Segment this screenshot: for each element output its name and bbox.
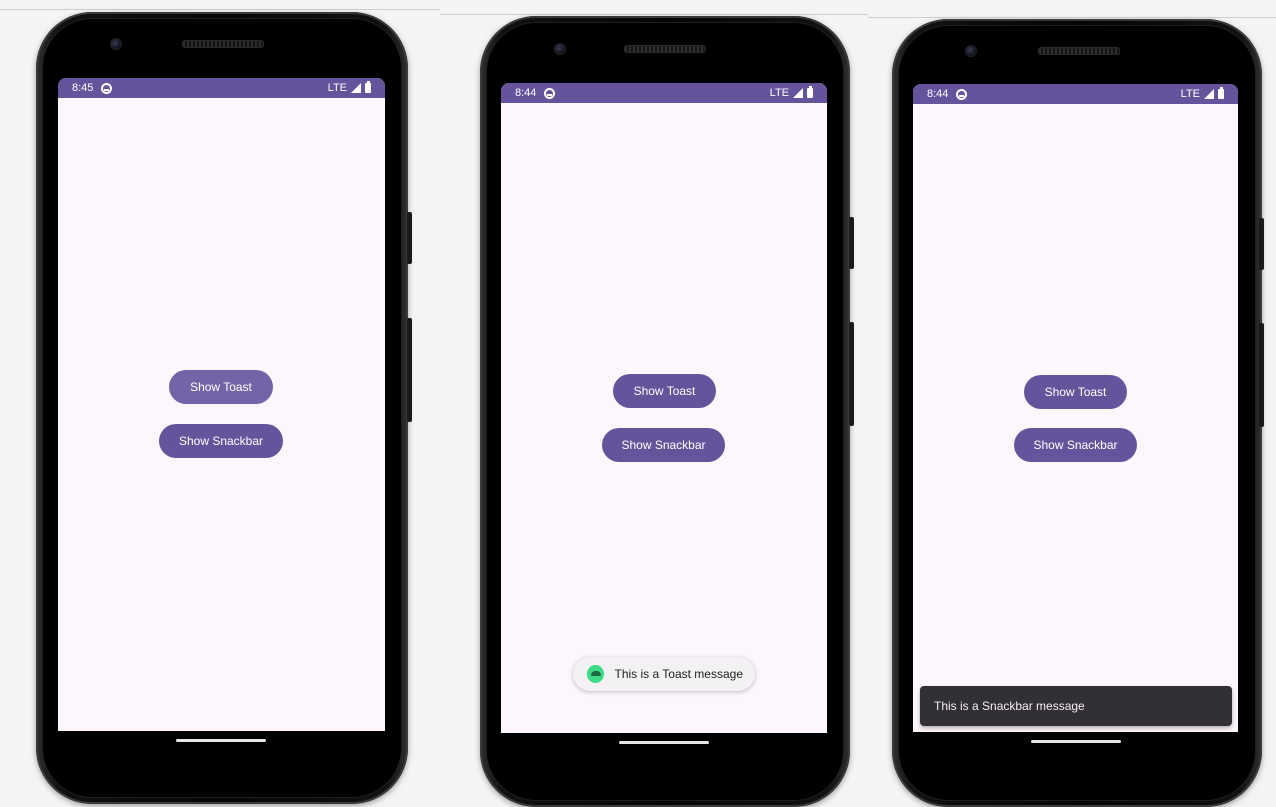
show-toast-button[interactable]: Show Toast: [613, 374, 716, 408]
status-indicators: LTE: [769, 86, 813, 99]
screen-1: 8:45 LTE Show Toast Show Snackbar: [58, 78, 385, 731]
signal-icon: [793, 88, 803, 98]
show-snackbar-button[interactable]: Show Snackbar: [159, 424, 283, 458]
volume-button[interactable]: [849, 322, 854, 426]
snackbar-text: This is a Snackbar message: [934, 699, 1085, 713]
notification-icon: [956, 88, 968, 100]
show-snackbar-button[interactable]: Show Snackbar: [1014, 428, 1137, 462]
home-indicator[interactable]: [619, 741, 709, 744]
toast-message: This is a Toast message: [573, 657, 755, 691]
snackbar-message: This is a Snackbar message: [920, 686, 1232, 726]
status-bar: 8:44 LTE: [501, 83, 827, 103]
status-bar: 8:45 LTE: [58, 78, 385, 98]
volume-button[interactable]: [1259, 323, 1264, 427]
android-icon: [587, 665, 605, 683]
toast-text: This is a Toast message: [614, 667, 743, 681]
status-time: 8:44: [927, 88, 949, 100]
signal-icon: [351, 83, 361, 93]
status-time: 8:44: [515, 87, 537, 99]
show-toast-button[interactable]: Show Toast: [1024, 375, 1127, 409]
battery-icon: [1218, 87, 1224, 99]
status-bar: 8:44 LTE: [913, 84, 1238, 104]
battery-icon: [365, 81, 371, 93]
earpiece-speaker: [624, 45, 706, 53]
show-toast-button[interactable]: Show Toast: [169, 370, 273, 404]
front-camera: [965, 45, 977, 57]
power-button[interactable]: [1259, 218, 1264, 270]
signal-icon: [1204, 89, 1214, 99]
battery-icon: [807, 86, 813, 98]
show-snackbar-button[interactable]: Show Snackbar: [602, 428, 725, 462]
notification-icon: [544, 87, 556, 99]
screen-2: 8:44 LTE Show Toast Show Snackbar This i…: [501, 83, 827, 733]
divider-line: [0, 9, 440, 10]
divider-line: [440, 14, 868, 15]
network-type: LTE: [1180, 88, 1200, 100]
earpiece-speaker: [182, 40, 264, 48]
network-type: LTE: [327, 82, 347, 94]
home-indicator[interactable]: [1031, 740, 1121, 743]
status-indicators: LTE: [327, 81, 371, 94]
notification-icon: [101, 82, 113, 94]
earpiece-speaker: [1038, 47, 1120, 55]
home-indicator[interactable]: [176, 739, 266, 742]
volume-button[interactable]: [407, 318, 412, 422]
network-type: LTE: [769, 87, 789, 99]
divider-line: [868, 17, 1276, 18]
status-indicators: LTE: [1180, 87, 1224, 100]
screen-3: 8:44 LTE Show Toast Show Snackbar This i…: [913, 84, 1238, 732]
power-button[interactable]: [407, 212, 412, 264]
front-camera: [110, 38, 122, 50]
power-button[interactable]: [849, 217, 854, 269]
status-time: 8:45: [72, 82, 94, 94]
front-camera: [554, 43, 566, 55]
